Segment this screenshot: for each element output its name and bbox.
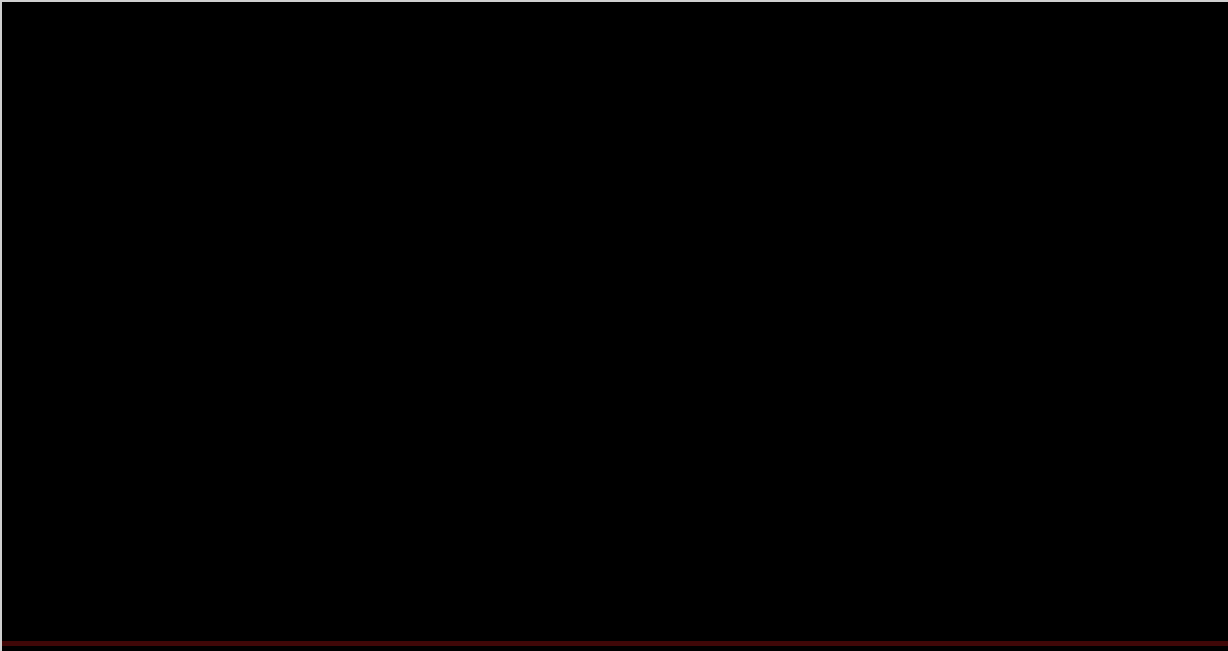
rs-value-badge [1169, 389, 1228, 406]
trima-value-badge [1174, 140, 1228, 157]
price-panel[interactable] [2, 2, 1169, 357]
rs-panel-title [5, 376, 17, 390]
last-price-badge [1169, 59, 1228, 78]
rs-panel[interactable] [2, 382, 1169, 639]
window-bottom-edge [2, 641, 1228, 646]
price-panel-title [5, 4, 17, 18]
chart-window [0, 0, 1228, 651]
